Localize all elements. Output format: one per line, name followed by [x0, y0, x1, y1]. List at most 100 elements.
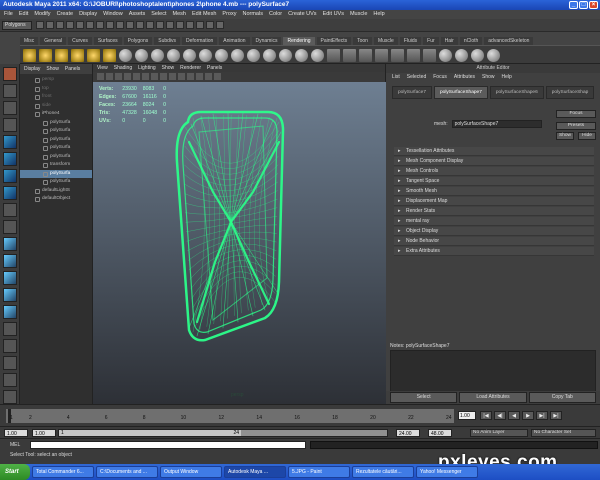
menu-file[interactable]: File	[4, 10, 13, 19]
soft-mod-icon[interactable]	[2, 186, 17, 200]
attr-section-mesh-controls[interactable]: Mesh Controls	[394, 167, 594, 176]
command-input[interactable]	[30, 441, 306, 449]
outliner-item[interactable]: persp	[20, 76, 92, 85]
attr-menu-selected[interactable]: Selected	[407, 73, 426, 82]
layered-shader-icon[interactable]	[247, 49, 260, 62]
shelf-tab-deformation[interactable]: Deformation	[182, 37, 218, 45]
grid-icon[interactable]	[133, 73, 140, 80]
sphere-1-icon[interactable]	[439, 49, 452, 62]
camera-aim-icon[interactable]	[135, 49, 148, 62]
show-button[interactable]: Show	[556, 132, 574, 140]
outliner-item[interactable]: defaultObject	[20, 195, 92, 204]
lambert-sphere-icon[interactable]	[167, 49, 180, 62]
show-attribute-editor-icon[interactable]	[196, 21, 204, 29]
save-scene-icon[interactable]	[56, 21, 64, 29]
outliner-item[interactable]: transform	[20, 161, 92, 170]
show-tool-settings-icon[interactable]	[206, 21, 214, 29]
surface-shader-icon[interactable]	[295, 49, 308, 62]
attr-menu-list[interactable]: List	[392, 73, 400, 82]
range-slider-handle[interactable]: 1 24	[59, 430, 241, 436]
snap-curve-icon[interactable]	[106, 21, 114, 29]
open-scene-icon[interactable]	[46, 21, 54, 29]
current-frame-field[interactable]: 1.00	[458, 411, 476, 420]
menu-assets[interactable]: Assets	[129, 10, 146, 19]
last-tool-icon[interactable]	[2, 220, 17, 234]
menu-window[interactable]: Window	[103, 10, 123, 19]
attr-section-node-behavior[interactable]: Node Behavior	[394, 237, 594, 246]
select-button[interactable]: Select	[390, 392, 458, 403]
attr-tab-polysurfaceshape6[interactable]: polySurfaceShape6	[489, 86, 544, 99]
start-button[interactable]: Start	[0, 464, 30, 480]
close-button[interactable]: ×	[589, 1, 598, 9]
outliner-item[interactable]: polySurfa	[20, 144, 92, 153]
rotate-tool-icon[interactable]	[2, 135, 17, 149]
input-line-icon[interactable]	[186, 21, 194, 29]
maximize-button[interactable]: □	[579, 1, 588, 9]
viewport-menu-renderer[interactable]: Renderer	[180, 64, 201, 72]
viewport-menu-panels[interactable]: Panels	[207, 64, 222, 72]
outliner-menu-display[interactable]: Display	[24, 64, 40, 74]
attr-section-extra-attributes[interactable]: Extra Attributes	[394, 247, 594, 256]
menu-set-dropdown[interactable]: Polygons	[2, 21, 32, 30]
area-light-icon[interactable]	[87, 49, 100, 62]
persp-graph-layout-icon[interactable]	[2, 288, 17, 302]
select-object-icon[interactable]	[76, 21, 84, 29]
menu-color[interactable]: Color	[269, 10, 282, 19]
attr-tab-polysurfaceshap[interactable]: polySurfaceShap	[545, 86, 595, 99]
move-tool-icon[interactable]	[2, 118, 17, 132]
mental-ray-icon[interactable]	[407, 49, 420, 62]
outliner-item[interactable]: side	[20, 102, 92, 111]
mesh-name-field[interactable]: polySurfaceShape7	[451, 120, 542, 128]
shelf-tab-general[interactable]: General	[40, 37, 67, 45]
render-view-layout-icon[interactable]	[2, 373, 17, 387]
shelf-tab-fluids[interactable]: Fluids	[399, 37, 422, 45]
smooth-shade-icon[interactable]	[169, 73, 176, 80]
focus-button[interactable]: Focus	[556, 110, 596, 118]
shelf-tab-toon[interactable]: Toon	[353, 37, 372, 45]
menu-create-uvs[interactable]: Create UVs	[288, 10, 316, 19]
persp-outliner-layout-icon[interactable]	[2, 271, 17, 285]
hide-button[interactable]: Hide	[578, 132, 596, 140]
lights-icon[interactable]	[187, 73, 194, 80]
attr-section-smooth-mesh[interactable]: Smooth Mesh	[394, 187, 594, 196]
graph-editor-layout-icon[interactable]	[2, 339, 17, 353]
attr-section-mesh-component-display[interactable]: Mesh Component Display	[394, 157, 594, 166]
directional-light-icon[interactable]	[39, 49, 52, 62]
hypergraph-layout-icon[interactable]	[2, 322, 17, 336]
shelf-tab-rendering[interactable]: Rendering	[283, 37, 315, 45]
show-channel-box-icon[interactable]	[216, 21, 224, 29]
go-to-start-button[interactable]: |◀	[480, 411, 492, 420]
render-frame-icon[interactable]	[146, 21, 154, 29]
menu-edit-mesh[interactable]: Edit Mesh	[192, 10, 216, 19]
viewport-menu-lighting[interactable]: Lighting	[138, 64, 156, 72]
go-to-end-button[interactable]: ▶|	[550, 411, 562, 420]
outliner-item[interactable]: polySurfa	[20, 136, 92, 145]
animation-start-field[interactable]: 1.00	[4, 429, 28, 437]
playback-end-field[interactable]: 24.00	[396, 429, 420, 437]
render-settings-icon[interactable]	[375, 49, 388, 62]
shelf-tab-subdivs[interactable]: Subdivs	[154, 37, 181, 45]
new-scene-icon[interactable]	[36, 21, 44, 29]
animation-end-field[interactable]: 48.00	[428, 429, 452, 437]
outliner-item[interactable]: front	[20, 93, 92, 102]
xray-icon[interactable]	[214, 73, 221, 80]
character-set-dropdown[interactable]: No Character Set	[531, 429, 596, 437]
resolution-gate-icon[interactable]	[151, 73, 158, 80]
outliner-layout-icon[interactable]	[2, 356, 17, 370]
lasso-tool-icon[interactable]	[2, 84, 17, 98]
notes-textarea[interactable]	[390, 350, 596, 392]
attr-menu-show[interactable]: Show	[482, 73, 495, 82]
snap-view-plane-icon[interactable]	[126, 21, 134, 29]
sphere-2-icon[interactable]	[455, 49, 468, 62]
wireframe-icon[interactable]	[160, 73, 167, 80]
attr-section-mental-ray[interactable]: mental ray	[394, 217, 594, 226]
attr-section-displacement-map[interactable]: Displacement Map	[394, 197, 594, 206]
menu-create[interactable]: Create	[57, 10, 74, 19]
paint-select-icon[interactable]	[2, 101, 17, 115]
outliner-item[interactable]: top	[20, 85, 92, 94]
range-slider-track[interactable]: 1 24	[58, 429, 388, 437]
phong-sphere-icon[interactable]	[199, 49, 212, 62]
camera-aim-up-icon[interactable]	[151, 49, 164, 62]
taskbar-item-5-jpg-paint[interactable]: 5.JPG - Paint	[288, 466, 350, 478]
outliner-item[interactable]: iPhone4	[20, 110, 92, 119]
